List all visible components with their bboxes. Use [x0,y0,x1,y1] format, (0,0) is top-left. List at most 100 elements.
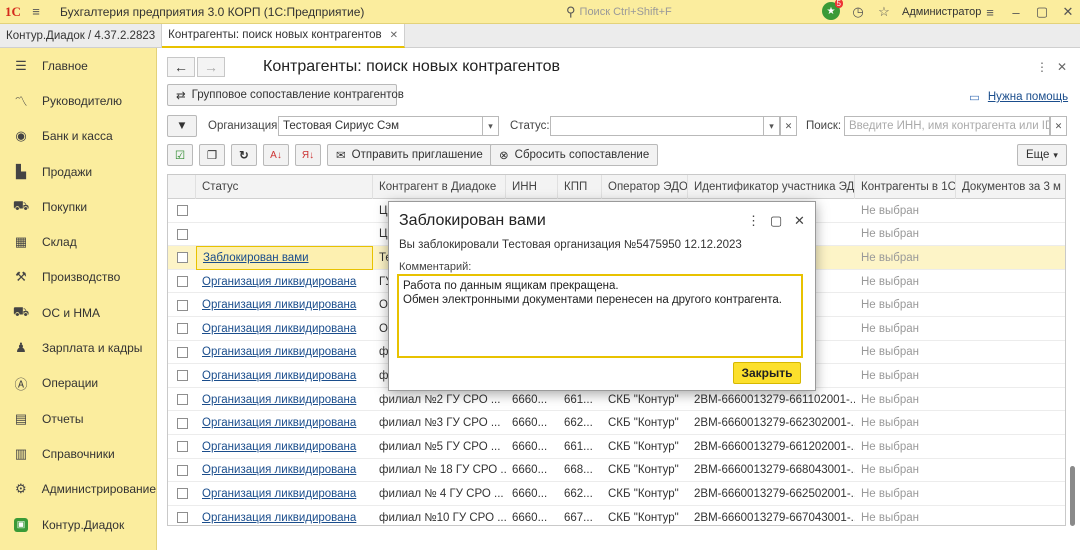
col-header-kpp[interactable]: КПП [558,175,602,199]
back-button[interactable]: ← [167,57,195,77]
favorites-star-icon[interactable]: ☆ [874,0,894,24]
main-menu-icon[interactable]: ≡ [26,0,46,24]
scrollbar-thumb[interactable] [1070,466,1075,526]
cell-status[interactable]: Организация ликвидирована [196,459,373,483]
col-header-edo-id[interactable]: Идентификатор участника ЭДО [688,175,855,199]
row-checkbox[interactable] [177,512,188,524]
comment-textarea[interactable]: Работа по данным ящикам прекращена. Обме… [397,274,803,358]
row-checkbox-cell[interactable] [168,199,196,223]
row-checkbox[interactable] [177,370,188,382]
sidebar-item-assets[interactable]: ⛟ ОС и НМА [0,295,156,330]
row-checkbox[interactable] [177,488,188,500]
org-field[interactable]: Тестовая Сириус Сэм [278,116,483,136]
user-name[interactable]: Администратор [902,6,981,18]
settings-menu-icon[interactable]: ≡ [980,0,1000,24]
sidebar-item-catalogs[interactable]: ▥ Справочники [0,436,156,471]
cell-status[interactable]: Организация ликвидирована [196,482,373,506]
sidebar-item-kontur[interactable]: ▣ Контур.Диадок [0,507,156,542]
cell-status[interactable] [196,223,373,247]
cell-status[interactable]: Организация ликвидирована [196,364,373,388]
cell-status[interactable]: Организация ликвидирована [196,293,373,317]
col-header-1c[interactable]: Контрагенты в 1С [855,175,956,199]
row-checkbox[interactable] [177,323,188,335]
sidebar-item-manager[interactable]: 〽 Руководителю [0,83,156,118]
row-checkbox-cell[interactable] [168,388,196,412]
sidebar-item-production[interactable]: ⚒ Производство [0,260,156,295]
cell-status[interactable]: Организация ликвидирована [196,341,373,365]
col-header-operator[interactable]: Оператор ЭДО [602,175,688,199]
close-window-icon[interactable]: ✕ [1058,0,1078,24]
row-checkbox[interactable] [177,394,188,406]
status-field[interactable] [550,116,764,136]
close-tab-icon[interactable]: ✕ [390,30,398,41]
row-checkbox[interactable] [177,276,188,288]
notifications-icon[interactable]: ★ 5 [822,0,843,20]
close-form-icon[interactable]: ✕ [1057,60,1067,74]
row-checkbox[interactable] [177,417,188,429]
row-checkbox-cell[interactable] [168,411,196,435]
row-checkbox[interactable] [177,299,188,311]
tab-kontur-diadoc[interactable]: Контур.Диадок / 4.37.2.2823 [0,24,163,48]
filter-button[interactable]: ▼ [167,115,197,137]
row-checkbox[interactable] [177,205,188,217]
cell-status[interactable]: Заблокирован вами [196,246,373,270]
sidebar-item-sales[interactable]: ▙ Продажи [0,154,156,189]
col-header-status[interactable]: Статус [196,175,373,199]
sort-asc-button[interactable]: A↓ [263,144,289,166]
more-actions-icon[interactable]: ⋮ [1036,60,1048,74]
maximize-icon[interactable]: ▢ [770,213,782,229]
cell-status[interactable]: Организация ликвидирована [196,270,373,294]
global-search[interactable]: ⚲ Поиск Ctrl+Shift+F [566,2,810,22]
send-invite-button[interactable]: ✉ Отправить приглашение [327,144,492,166]
row-checkbox[interactable] [177,346,188,358]
forward-button[interactable]: → [197,57,225,77]
sidebar-item-bank[interactable]: ◉ Банк и касса [0,119,156,154]
col-header-inn[interactable]: ИНН [506,175,558,199]
table-scrollbar[interactable] [1069,198,1076,526]
check-all-button[interactable]: ☑ [167,144,193,166]
clear-icon[interactable]: ✕ [780,116,797,136]
refresh-button[interactable]: ↻ [231,144,257,166]
uncheck-all-button[interactable]: ❐ [199,144,225,166]
sort-desc-button[interactable]: Я↓ [295,144,321,166]
row-checkbox-cell[interactable] [168,293,196,317]
row-checkbox-cell[interactable] [168,459,196,483]
history-icon[interactable]: ◷ [848,0,868,24]
sidebar-item-main[interactable]: ☰ Главное [0,48,156,83]
cell-status[interactable]: Организация ликвидирована [196,506,373,525]
row-checkbox-cell[interactable] [168,317,196,341]
row-checkbox-cell[interactable] [168,435,196,459]
more-actions-icon[interactable]: ⋮ [747,213,760,229]
row-checkbox-cell[interactable] [168,223,196,247]
cell-status[interactable]: Организация ликвидирована [196,411,373,435]
sidebar-item-reports[interactable]: ▤ Отчеты [0,401,156,436]
row-checkbox-cell[interactable] [168,270,196,294]
row-checkbox-cell[interactable] [168,364,196,388]
minimize-icon[interactable]: – [1006,0,1026,24]
row-checkbox[interactable] [177,464,188,476]
sidebar-item-operations[interactable]: Ⓐ Операции [0,366,156,401]
close-icon[interactable]: ✕ [794,213,805,229]
table-row[interactable]: Организация ликвидирована филиал №3 ГУ СР… [168,411,1065,435]
table-row[interactable]: Организация ликвидирована филиал № 4 ГУ С… [168,482,1065,506]
row-checkbox-cell[interactable] [168,341,196,365]
row-checkbox[interactable] [177,228,188,240]
row-checkbox-cell[interactable] [168,246,196,270]
chevron-down-icon[interactable]: ▾ [483,116,499,136]
search-input[interactable]: Введите ИНН, имя контрагента или ID ... [844,116,1050,136]
sidebar-item-warehouse[interactable]: ▦ Склад [0,224,156,259]
close-dialog-button[interactable]: Закрыть [733,362,801,384]
table-row[interactable]: Организация ликвидирована филиал № 18 ГУ … [168,459,1065,483]
table-row[interactable]: Организация ликвидирована филиал №5 ГУ СР… [168,435,1065,459]
clear-icon[interactable]: ✕ [1050,116,1067,136]
tab-contractors-search[interactable]: Контрагенты: поиск новых контрагентов ✕ [162,24,406,48]
row-checkbox[interactable] [177,252,188,264]
group-match-button[interactable]: ⇄ Групповое сопоставление контрагентов [167,84,404,106]
sidebar-item-admin[interactable]: ⚙ Администрирование [0,472,156,507]
row-checkbox-cell[interactable] [168,506,196,525]
cell-status[interactable] [196,199,373,223]
col-header-docs[interactable]: Документов за 3 м [956,175,1065,199]
maximize-icon[interactable]: ▢ [1032,0,1052,24]
row-checkbox-cell[interactable] [168,482,196,506]
reset-match-button[interactable]: ⊗ Сбросить сопоставление [490,144,659,166]
